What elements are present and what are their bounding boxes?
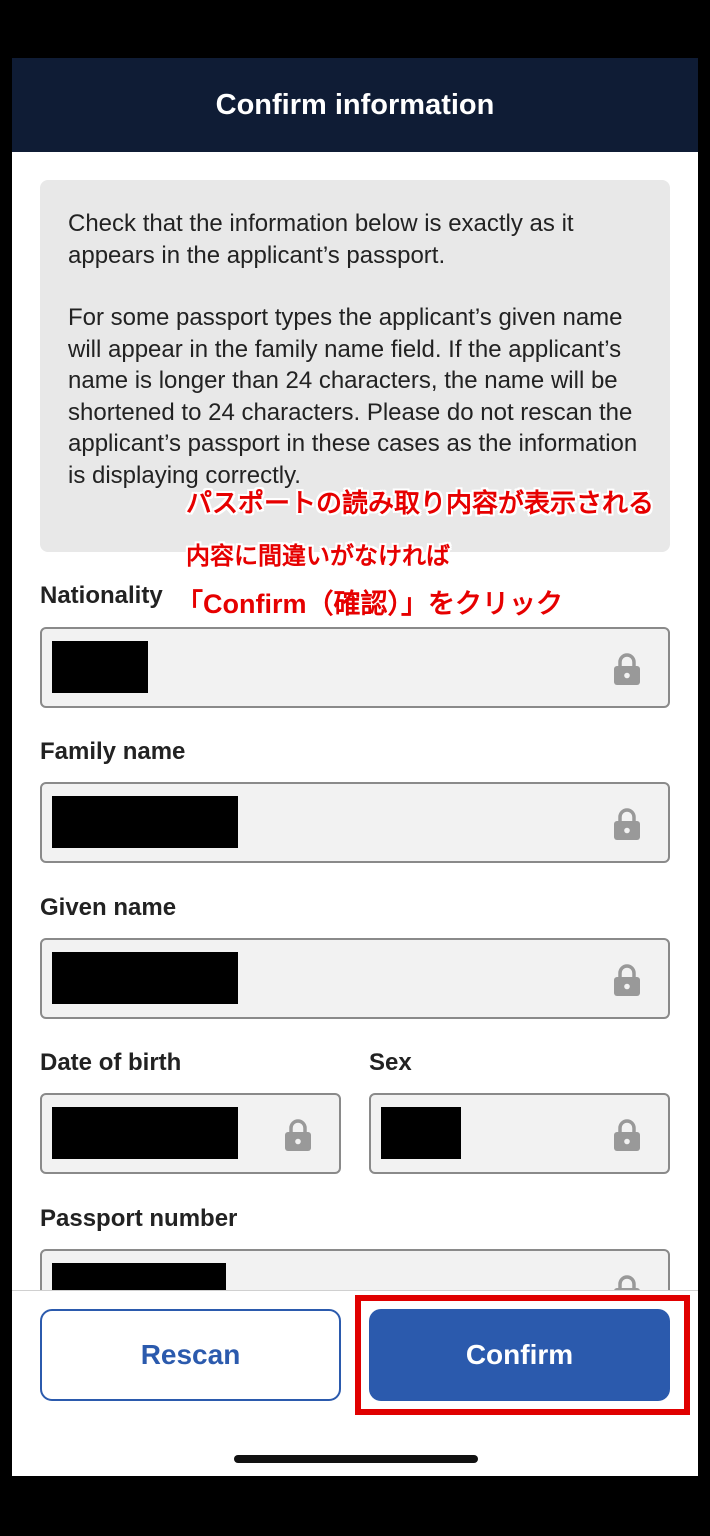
lock-icon [614,964,640,996]
info-paragraph-2: For some passport types the applicant’s … [68,304,638,489]
redacted-value [52,1263,226,1290]
redacted-value [52,952,238,1004]
rescan-button[interactable]: Rescan [40,1309,341,1401]
lock-icon [614,653,640,685]
action-footer: Rescan Confirm [12,1290,698,1476]
family-name-label: Family name [40,738,186,765]
redacted-value [52,641,148,693]
given-name-label: Given name [40,894,177,921]
app-screen: Confirm information Check that the infor… [12,58,698,1476]
nationality-label: Nationality [40,582,163,609]
passport-number-label: Passport number [40,1205,238,1232]
sex-field[interactable] [369,1093,670,1174]
redacted-value [381,1107,461,1159]
family-name-field[interactable] [40,782,670,863]
sex-label: Sex [369,1049,412,1076]
given-name-field[interactable] [40,938,670,1019]
page-title: Confirm information [215,88,495,121]
home-indicator[interactable] [234,1455,478,1463]
lock-icon [614,1119,640,1151]
lock-icon [285,1119,311,1151]
redacted-value [52,1107,238,1159]
annotation-line-1: パスポートの読み取り内容が表示される [186,488,655,518]
redacted-value [52,796,238,848]
lock-icon [614,808,640,840]
lock-icon [614,1275,640,1290]
annotation-line-2: 内容に間違いがなければ [186,543,450,570]
date-of-birth-field[interactable] [40,1093,341,1174]
nationality-field[interactable] [40,627,670,708]
form-content[interactable]: Check that the information below is exac… [12,152,698,1290]
info-paragraph-1: Check that the information below is exac… [68,210,574,269]
app-header: Confirm information [12,58,698,152]
annotation-line-3: 「Confirm（確認）」をクリック [176,589,563,619]
confirm-highlight-box [355,1295,690,1415]
date-of-birth-label: Date of birth [40,1049,182,1076]
passport-number-field[interactable] [40,1249,670,1290]
